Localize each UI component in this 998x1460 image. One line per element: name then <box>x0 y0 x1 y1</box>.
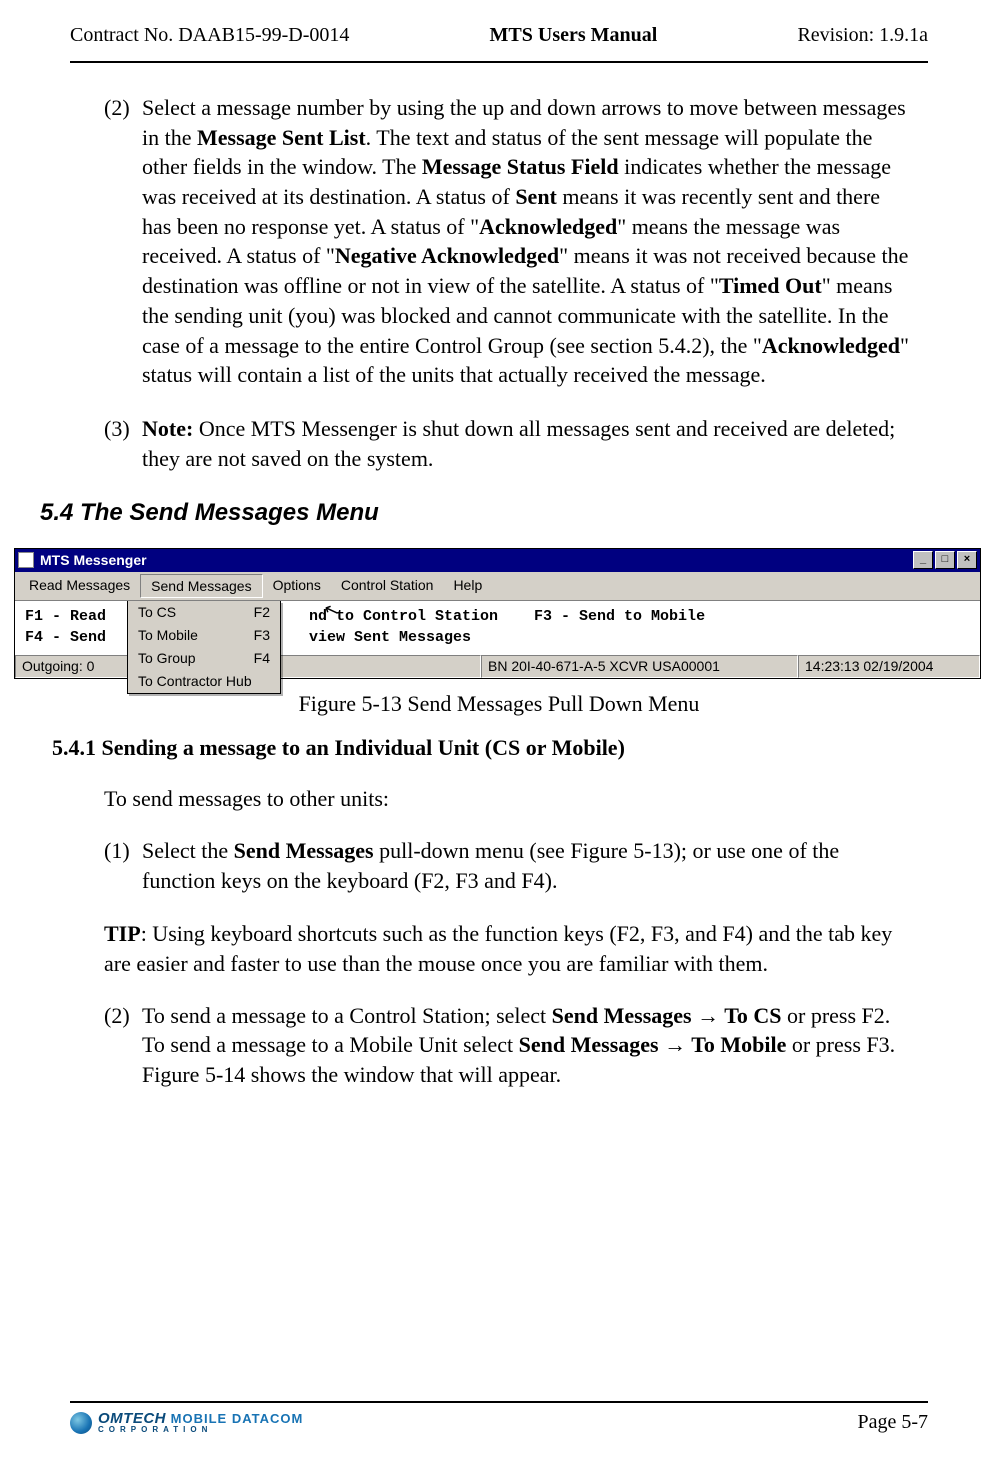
term-send-messages: Send Messages <box>234 838 374 863</box>
page-number: Page 5-7 <box>857 1411 928 1434</box>
term-acknowledged-2: Acknowledged <box>762 333 900 358</box>
menu-send-messages[interactable]: Send Messages <box>140 574 262 599</box>
term-tip: TIP <box>104 921 141 946</box>
dropdown-key: F4 <box>254 649 270 668</box>
list-item-1: (1) Select the Send Messages pull-down m… <box>86 836 912 895</box>
list-item-3: (3) Note: Once MTS Messenger is shut dow… <box>86 414 912 473</box>
app-icon <box>18 552 34 568</box>
page-header: Contract No. DAAB15-99-D-0014 MTS Users … <box>0 0 998 55</box>
window-title: MTS Messenger <box>40 551 147 570</box>
globe-icon <box>70 1412 92 1434</box>
footer-rule <box>70 1401 928 1403</box>
term-message-status-field: Message Status Field <box>422 154 619 179</box>
main-area: F1 - Read F4 - Send ↖ To CS F2 To Mobile… <box>15 601 980 654</box>
menu-control-station[interactable]: Control Station <box>331 574 444 599</box>
intro-paragraph: To send messages to other units: <box>104 784 912 814</box>
item-number: (3) <box>86 414 142 473</box>
term-send-messages-path: Send Messages → To CS <box>552 1003 782 1028</box>
term-send-messages-path-2: Send Messages → To Mobile <box>519 1032 787 1057</box>
dropdown-item-to-mobile[interactable]: To Mobile F3 <box>128 624 280 647</box>
close-button[interactable]: × <box>957 551 977 569</box>
window-controls: _ □ × <box>913 551 977 569</box>
term-sent: Sent <box>515 184 557 209</box>
item-body: Select the Send Messages pull-down menu … <box>142 836 912 895</box>
minimize-button[interactable]: _ <box>913 551 933 569</box>
maximize-button[interactable]: □ <box>935 551 955 569</box>
term-note: Note: <box>142 416 193 441</box>
dropdown-label: To Contractor Hub <box>138 672 252 691</box>
header-right: Revision: 1.9.1a <box>797 24 928 47</box>
menu-read-messages[interactable]: Read Messages <box>19 574 140 599</box>
text: : Using keyboard shortcuts such as the f… <box>104 921 892 976</box>
text: Select the <box>142 838 234 863</box>
dropdown-label: To Mobile <box>138 626 198 645</box>
page-footer: OMTECH MOBILE DATACOM CORPORATION Page 5… <box>70 1401 928 1434</box>
term-timed-out: Timed Out <box>719 273 822 298</box>
status-spacer <box>247 655 481 678</box>
content-area: (2) Select a message number by using the… <box>0 63 998 1090</box>
item-number: (2) <box>86 93 142 390</box>
mts-messenger-window: MTS Messenger _ □ × Read Messages Send M… <box>14 548 981 679</box>
menubar: Read Messages Send Messages Options Cont… <box>15 572 980 602</box>
send-messages-dropdown: ↖ To CS F2 To Mobile F3 To Group F4 To <box>127 601 281 694</box>
dropdown-item-to-contractor-hub[interactable]: To Contractor Hub <box>128 670 280 693</box>
dropdown-key: F3 <box>254 626 270 645</box>
comtech-logo: OMTECH MOBILE DATACOM CORPORATION <box>70 1412 303 1434</box>
list-item-2b: (2) To send a message to a Control Stati… <box>86 1001 912 1090</box>
dropdown-item-to-group[interactable]: To Group F4 <box>128 647 280 670</box>
text: To send a message to a Control Station; … <box>142 1003 552 1028</box>
subsection-heading-5-4-1: 5.4.1 Sending a message to an Individual… <box>52 733 912 763</box>
window-titlebar: MTS Messenger _ □ × <box>15 549 980 572</box>
status-timestamp: 14:23:13 02/19/2004 <box>798 655 980 678</box>
list-item-2: (2) Select a message number by using the… <box>86 93 912 390</box>
item-body: To send a message to a Control Station; … <box>142 1001 912 1090</box>
header-left: Contract No. DAAB15-99-D-0014 <box>70 24 349 47</box>
item-body: Note: Once MTS Messenger is shut down al… <box>142 414 912 473</box>
dropdown-item-to-cs[interactable]: To CS F2 <box>128 601 280 624</box>
dropdown-key: F2 <box>254 603 270 622</box>
menu-options[interactable]: Options <box>263 574 331 599</box>
logo-corporation: CORPORATION <box>98 1426 303 1434</box>
item-number: (1) <box>86 836 142 895</box>
logo-mobile-datacom: MOBILE DATACOM <box>171 1411 304 1426</box>
term-message-sent-list: Message Sent List <box>197 125 366 150</box>
tip-paragraph: TIP: Using keyboard shortcuts such as th… <box>104 919 912 978</box>
section-heading-5-4: 5.4 The Send Messages Menu <box>40 497 912 529</box>
term-negative-acknowledged: Negative Acknowledged <box>335 243 559 268</box>
term-acknowledged: Acknowledged <box>479 214 617 239</box>
menu-help[interactable]: Help <box>443 574 492 599</box>
figure-5-13: MTS Messenger _ □ × Read Messages Send M… <box>14 548 984 719</box>
dropdown-label: To CS <box>138 603 176 622</box>
header-center: MTS Users Manual <box>490 24 658 47</box>
status-unit-id: BN 20I-40-671-A-5 XCVR USA00001 <box>481 655 798 678</box>
item-body: Select a message number by using the up … <box>142 93 912 390</box>
dropdown-label: To Group <box>138 649 196 668</box>
text: Once MTS Messenger is shut down all mess… <box>142 416 895 471</box>
item-number: (2) <box>86 1001 142 1090</box>
